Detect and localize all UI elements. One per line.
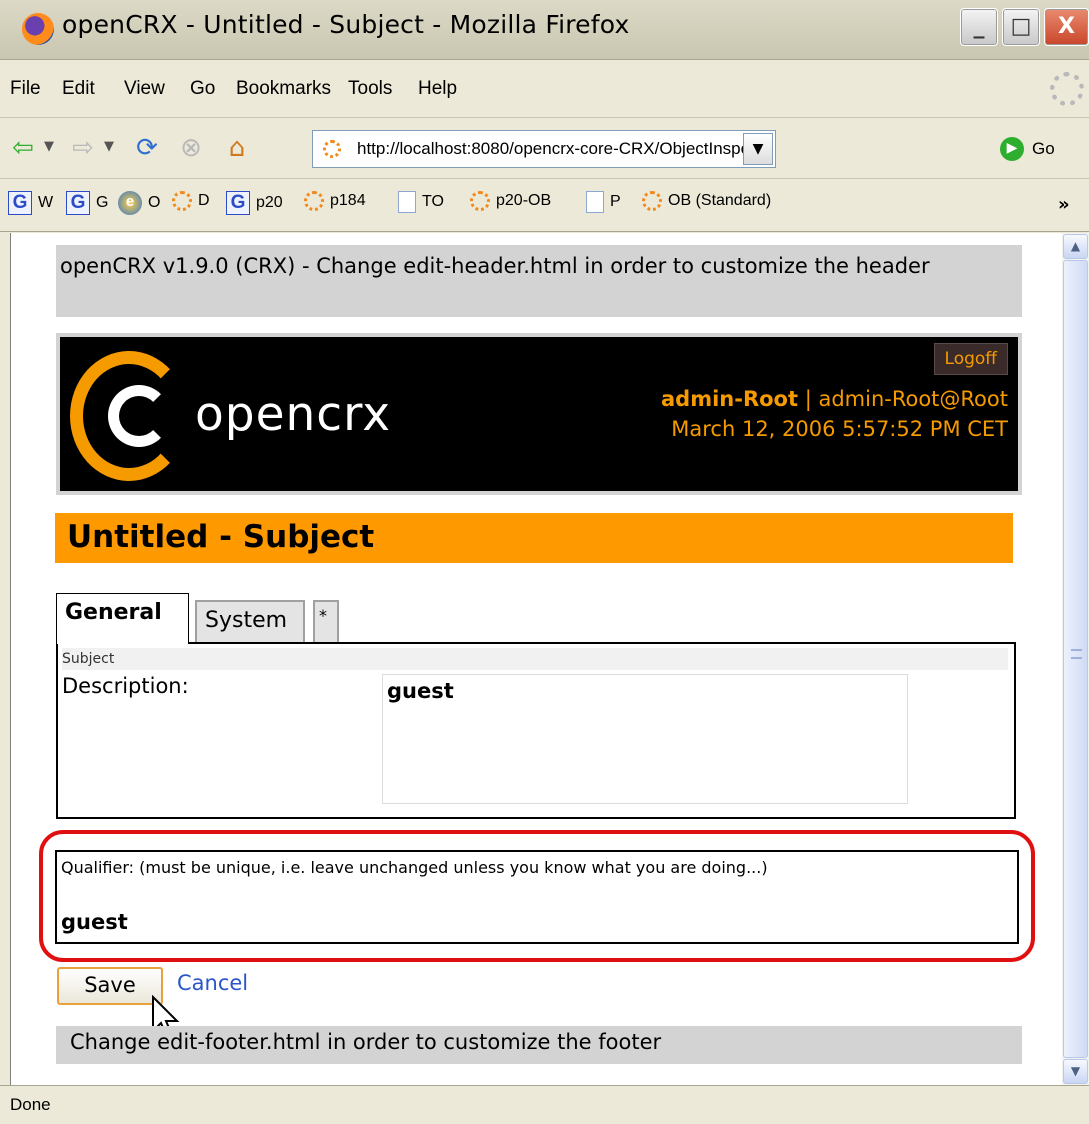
window-title: openCRX - Untitled - Subject - Mozilla F… [62, 10, 630, 39]
user-separator: | [798, 387, 819, 411]
close-button[interactable]: X [1044, 8, 1089, 46]
bookmarks-toolbar: GW GG eO D Gp20 p184 TO p20-OB P OB (Sta… [0, 180, 1089, 232]
maximize-button[interactable]: □ [1002, 8, 1040, 46]
bookmark-item[interactable]: Gp20 [226, 191, 283, 221]
bookmark-label: TO [422, 193, 444, 210]
go-button[interactable]: ▶ Go [1000, 130, 1086, 168]
menu-tools[interactable]: Tools [348, 78, 392, 100]
scroll-down-icon[interactable]: ▼ [1063, 1059, 1088, 1084]
header-note: openCRX v1.9.0 (CRX) - Change edit-heade… [56, 245, 1022, 317]
qualifier-panel: Qualifier: (must be unique, i.e. leave u… [55, 850, 1019, 944]
ie-icon: e [118, 191, 142, 215]
footer-note: Change edit-footer.html in order to cust… [56, 1026, 1022, 1064]
forward-dropdown-icon[interactable]: ▼ [104, 139, 114, 154]
description-label: Description: [62, 674, 189, 698]
bookmark-item[interactable]: OB (Standard) [642, 191, 771, 221]
status-text: Done [10, 1095, 51, 1114]
bookmark-item[interactable]: GW [8, 191, 53, 221]
opencrx-logo-c-icon [108, 385, 170, 447]
bookmark-label: p20 [256, 194, 283, 211]
scroll-thumb[interactable] [1063, 260, 1088, 1058]
logoff-button[interactable]: Logoff [933, 343, 1008, 375]
menu-bar: File Edit View Go Bookmarks Tools Help [0, 62, 1089, 118]
bookmark-label: O [148, 194, 161, 211]
google-icon: G [66, 191, 90, 215]
opencrx-banner: opencrx Logoff admin-Root | admin-Root@R… [56, 333, 1022, 495]
reload-icon[interactable]: ⟳ [130, 131, 164, 165]
menu-edit[interactable]: Edit [62, 78, 95, 100]
cancel-link[interactable]: Cancel [177, 971, 248, 995]
window-titlebar: openCRX - Untitled - Subject - Mozilla F… [0, 0, 1089, 60]
user-principal: admin-Root@Root [818, 387, 1008, 411]
user-name: admin-Root [661, 387, 799, 411]
tab-star[interactable]: * [313, 600, 339, 646]
url-input[interactable]: http://localhost:8080/opencrx-core-CRX/O… [357, 139, 755, 159]
bookmark-label: p184 [330, 192, 366, 209]
save-button[interactable]: Save [57, 967, 163, 1005]
page-icon [586, 191, 604, 213]
page-icon [398, 191, 416, 213]
menu-file[interactable]: File [10, 78, 41, 100]
menu-help[interactable]: Help [418, 78, 457, 100]
google-icon: G [8, 191, 32, 215]
navigation-toolbar: ⇦ ▼ ⇨ ▼ ⟳ ⊗ ⌂ http://localhost:8080/open… [0, 119, 1089, 179]
page-title: Untitled - Subject [55, 513, 1013, 563]
bookmark-item[interactable]: p184 [304, 191, 366, 221]
bookmark-label: G [96, 194, 109, 211]
back-icon[interactable]: ⇦ [6, 131, 40, 165]
bookmark-item[interactable]: p20-OB [470, 191, 551, 221]
site-icon [323, 140, 341, 158]
bookmark-item[interactable]: eO [118, 191, 160, 221]
bookmark-label: OB (Standard) [668, 192, 772, 209]
bookmark-item[interactable]: TO [398, 191, 444, 221]
opencrx-icon [172, 191, 192, 211]
tab-general[interactable]: General [56, 593, 189, 644]
user-info: admin-Root | admin-Root@Root [661, 387, 1008, 411]
logo-text: opencrx [195, 387, 392, 442]
url-dropdown-button[interactable]: ▼ [743, 133, 773, 165]
minimize-button[interactable]: _ [960, 8, 998, 46]
scroll-grip-icon [1071, 649, 1082, 659]
menu-bookmarks[interactable]: Bookmarks [236, 78, 331, 100]
url-bar[interactable]: http://localhost:8080/opencrx-core-CRX/O… [312, 130, 776, 168]
bookmark-item[interactable]: D [172, 191, 210, 221]
bookmarks-overflow-icon[interactable]: » [1058, 194, 1070, 215]
qualifier-label: Qualifier: (must be unique, i.e. leave u… [61, 858, 768, 877]
tab-system[interactable]: System [195, 600, 305, 646]
firefox-icon [22, 13, 54, 45]
bookmark-item[interactable]: GG [66, 191, 108, 221]
bookmark-item[interactable]: P [586, 191, 621, 221]
vertical-scrollbar[interactable]: ▲ ▼ [1062, 233, 1089, 1085]
opencrx-icon [470, 191, 490, 211]
go-icon: ▶ [1000, 137, 1024, 161]
qualifier-field[interactable]: guest [61, 910, 547, 940]
bookmark-label: W [38, 194, 54, 211]
go-label: Go [1032, 139, 1055, 158]
menu-go[interactable]: Go [190, 78, 215, 100]
bookmark-label: P [610, 193, 621, 210]
status-bar: Done [0, 1085, 1089, 1124]
google-icon: G [226, 191, 250, 215]
home-icon[interactable]: ⌂ [220, 131, 254, 165]
opencrx-icon [642, 191, 662, 211]
general-tab-panel: Subject Description: guest [56, 642, 1016, 819]
throbber-icon [1050, 72, 1084, 106]
stop-icon[interactable]: ⊗ [174, 131, 208, 165]
bookmark-label: p20-OB [496, 192, 552, 209]
session-datetime: March 12, 2006 5:57:52 PM CET [671, 417, 1008, 441]
forward-icon[interactable]: ⇨ [66, 131, 100, 165]
bookmark-label: D [198, 192, 210, 209]
page-viewport: openCRX v1.9.0 (CRX) - Change edit-heade… [10, 233, 1062, 1085]
scroll-up-icon[interactable]: ▲ [1063, 234, 1088, 259]
menu-view[interactable]: View [124, 78, 165, 100]
opencrx-icon [304, 191, 324, 211]
description-field[interactable]: guest [382, 674, 908, 804]
section-label: Subject [62, 648, 1008, 670]
back-dropdown-icon[interactable]: ▼ [44, 139, 54, 154]
